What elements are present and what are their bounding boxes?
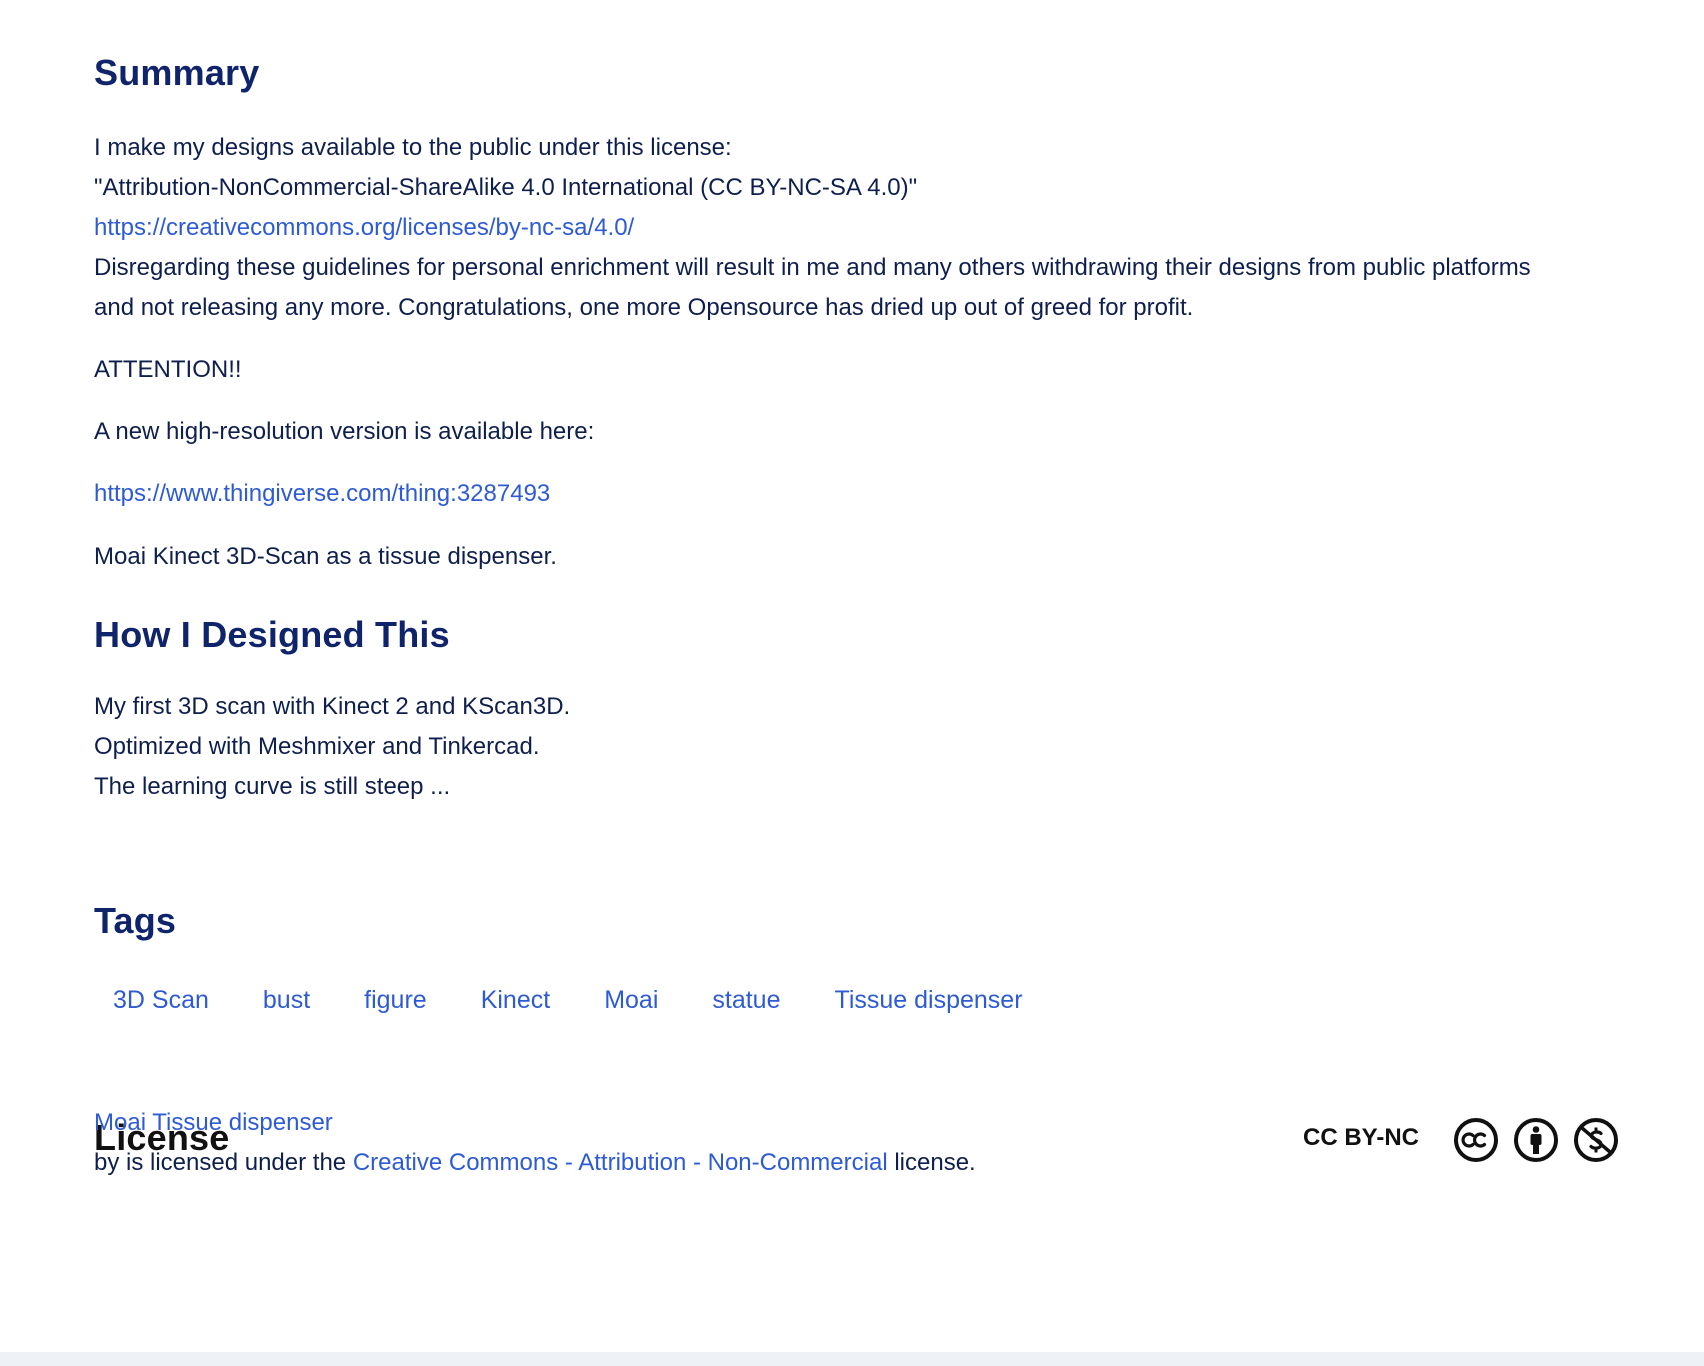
summary-line-license-name: "Attribution-NonCommercial-ShareAlike 4.…: [94, 174, 918, 201]
how-designed-heading: How I Designed This: [94, 614, 450, 655]
footer-divider: [0, 1352, 1704, 1366]
tags-heading: Tags: [94, 900, 177, 941]
license-type-link[interactable]: Creative Commons - Attribution - Non-Com…: [353, 1149, 888, 1176]
license-statement: by is licensed under the Creative Common…: [94, 1143, 976, 1183]
how-designed-line-1: My first 3D scan with Kinect 2 and KScan…: [94, 693, 571, 720]
tag-tissue-dispenser[interactable]: Tissue dispenser: [815, 978, 1041, 1022]
tag-3d-scan[interactable]: 3D Scan: [94, 978, 228, 1022]
summary-heading: Summary: [94, 52, 260, 93]
tag-bust[interactable]: bust: [244, 978, 329, 1022]
tags-list: 3D Scan bust figure Kinect Moai statue T…: [94, 978, 1058, 1022]
summary-line-warning-2: and not releasing any more. Congratulati…: [94, 294, 1194, 321]
how-designed-line-3: The learning curve is still steep ...: [94, 773, 451, 800]
tag-kinect[interactable]: Kinect: [462, 978, 569, 1022]
tag-moai[interactable]: Moai: [585, 978, 677, 1022]
license-icons: [1453, 1117, 1619, 1163]
thing-url-link[interactable]: https://www.thingiverse.com/thing:328749…: [94, 474, 550, 514]
license-badge-label: CC BY-NC: [1303, 1124, 1420, 1151]
tag-figure[interactable]: figure: [345, 978, 446, 1022]
how-designed-line-2: Optimized with Meshmixer and Tinkercad.: [94, 733, 540, 760]
license-url-link[interactable]: https://creativecommons.org/licenses/by-…: [94, 208, 634, 248]
noncommercial-icon: [1574, 1118, 1618, 1162]
summary-new-version: A new high-resolution version is availab…: [94, 418, 595, 445]
summary-attention: ATTENTION!!: [94, 356, 242, 383]
summary-line-license-intro: I make my designs available to the publi…: [94, 134, 732, 161]
attribution-icon: [1514, 1118, 1558, 1162]
license-by-text: by is licensed under the: [94, 1149, 347, 1176]
tag-statue[interactable]: statue: [693, 978, 799, 1022]
thing-name-link[interactable]: Moai Tissue dispenser: [94, 1103, 333, 1143]
cc-icon: [1454, 1118, 1498, 1162]
license-suffix: license.: [894, 1149, 976, 1176]
summary-description: Moai Kinect 3D-Scan as a tissue dispense…: [94, 543, 557, 570]
summary-line-warning-1: Disregarding these guidelines for person…: [94, 254, 1531, 281]
